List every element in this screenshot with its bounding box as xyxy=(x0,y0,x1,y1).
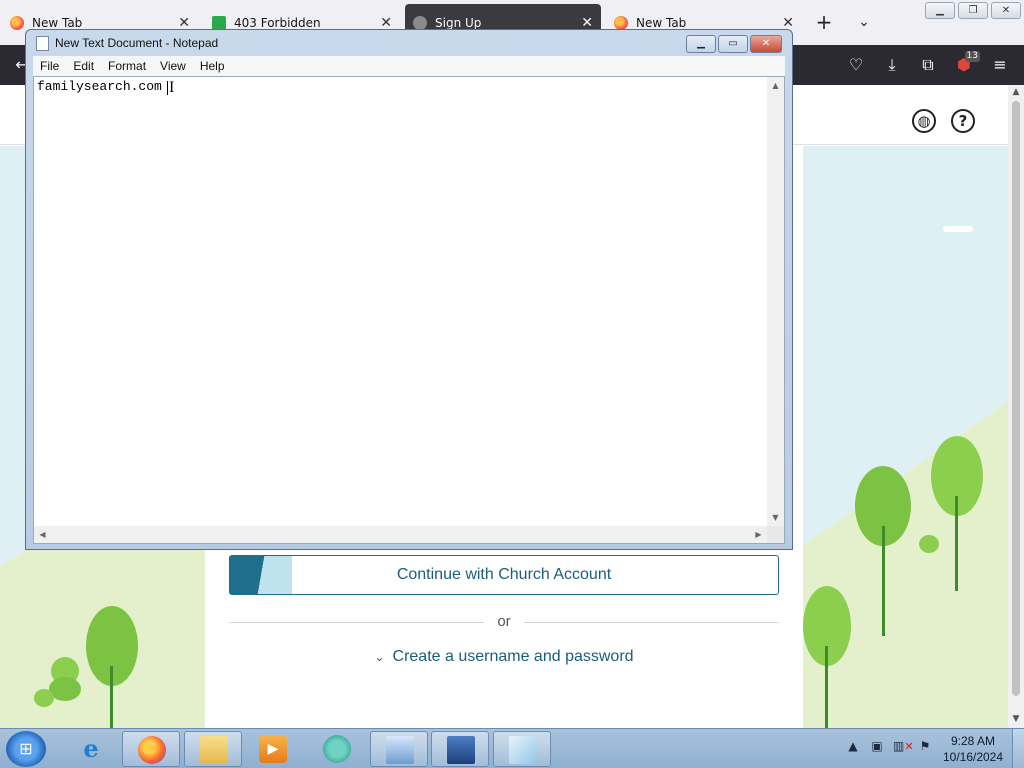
minimize-button[interactable]: ▁ xyxy=(686,35,716,53)
menu-help[interactable]: Help xyxy=(193,59,232,73)
control-panel-icon xyxy=(386,736,414,764)
menu-icon[interactable]: ≡ xyxy=(988,53,1012,77)
system-tray: ▲ ▣ ▥✕ ⚑ xyxy=(845,737,933,755)
extensions-icon[interactable]: ⧉ xyxy=(916,53,940,77)
notepad-menubar: File Edit Format View Help xyxy=(33,56,785,76)
tab-label: New Tab xyxy=(636,16,687,30)
taskbar-firefox[interactable] xyxy=(122,731,180,767)
notepad-icon xyxy=(509,736,537,764)
folder-icon xyxy=(200,736,228,764)
menu-file[interactable]: File xyxy=(33,59,66,73)
scroll-up-icon[interactable]: ▲ xyxy=(767,77,784,94)
tab-label: New Tab xyxy=(32,16,83,30)
minimize-button[interactable]: ▁ xyxy=(925,2,955,19)
browser-window-controls: ▁ ❐ ✕ xyxy=(925,2,1021,19)
firefox-icon xyxy=(10,16,24,30)
taskbar-network[interactable] xyxy=(431,731,489,767)
extension-badge: 13 xyxy=(964,51,980,62)
notepad-text: familysearch.com xyxy=(37,79,162,94)
notepad-icon xyxy=(36,36,49,51)
or-text: or xyxy=(497,613,511,630)
restore-button[interactable]: ❐ xyxy=(958,2,988,19)
text-caret xyxy=(167,81,168,95)
devices-icon[interactable]: ▣ xyxy=(869,737,885,755)
create-username-label: Create a username and password xyxy=(392,648,634,665)
close-button[interactable]: ✕ xyxy=(991,2,1021,19)
notepad-title: New Text Document - Notepad xyxy=(55,36,219,50)
right-background-illustration xyxy=(803,146,1008,728)
taskbar-player[interactable] xyxy=(308,731,366,767)
taskbar-explorer[interactable] xyxy=(184,731,242,767)
notepad-text-area[interactable]: familysearch.com I ▲ ▼ ◀ ▶ xyxy=(33,76,785,544)
scroll-up-icon[interactable]: ▲ xyxy=(1008,85,1024,99)
tab-label: Sign Up xyxy=(435,16,482,30)
menu-edit[interactable]: Edit xyxy=(66,59,101,73)
start-button[interactable]: ⊞ xyxy=(6,731,46,767)
notepad-window-controls: ▁ ▭ ✕ xyxy=(686,35,782,53)
church-account-label: Continue with Church Account xyxy=(396,566,612,583)
church-account-button[interactable]: Continue with Church Account xyxy=(229,555,779,595)
taskbar-notepad[interactable] xyxy=(493,731,551,767)
close-button[interactable]: ✕ xyxy=(750,35,782,53)
maximize-button[interactable]: ▭ xyxy=(718,35,748,53)
notepad-window: New Text Document - Notepad ▁ ▭ ✕ File E… xyxy=(25,29,793,550)
ublock-icon[interactable]: ⬢ 13 xyxy=(952,51,980,77)
download-icon[interactable]: ⤓ xyxy=(880,53,904,77)
ibeam-cursor-icon: I xyxy=(169,79,175,96)
tab-label: 403 Forbidden xyxy=(234,16,321,30)
or-divider: or xyxy=(229,612,779,632)
internet-explorer-icon: e xyxy=(83,734,99,763)
size-grip[interactable] xyxy=(767,526,784,543)
page-scrollbar[interactable]: ▲ ▼ xyxy=(1008,85,1024,728)
notepad-vertical-scrollbar[interactable]: ▲ ▼ xyxy=(767,77,784,526)
language-globe-icon[interactable]: ◍ xyxy=(912,109,936,133)
menu-format[interactable]: Format xyxy=(101,59,153,73)
trees-illustration-right xyxy=(803,226,1008,728)
firefox-icon xyxy=(138,736,166,764)
player-icon xyxy=(323,735,351,763)
page-icon xyxy=(212,16,226,30)
show-hidden-icons-icon[interactable]: ▲ xyxy=(845,737,861,755)
tab-list-button[interactable]: ⌄ xyxy=(854,10,874,34)
taskbar-control-panel[interactable] xyxy=(370,731,428,767)
help-icon[interactable]: ? xyxy=(951,109,975,133)
taskbar: ⊞ e ▶ ▲ ▣ ▥✕ ⚑ 9:28 AM 10/16/2024 xyxy=(0,728,1024,768)
pocket-icon[interactable]: ♡ xyxy=(844,53,868,77)
flag-icon[interactable]: ⚑ xyxy=(917,737,933,755)
network-icon xyxy=(447,736,475,764)
scroll-right-icon[interactable]: ▶ xyxy=(750,526,767,543)
divider-line-left xyxy=(229,622,484,623)
clock-date: 10/16/2024 xyxy=(942,750,1004,764)
notepad-titlebar[interactable]: New Text Document - Notepad ▁ ▭ ✕ xyxy=(26,30,792,56)
gear-icon xyxy=(413,16,427,30)
scroll-left-icon[interactable]: ◀ xyxy=(34,526,51,543)
notepad-horizontal-scrollbar[interactable]: ◀ ▶ xyxy=(34,526,767,543)
clock-time: 9:28 AM xyxy=(950,734,996,748)
network-status-icon[interactable]: ▥✕ xyxy=(893,737,914,755)
divider-line-right xyxy=(524,622,779,623)
taskbar-media-player[interactable]: ▶ xyxy=(244,731,302,767)
scroll-down-icon[interactable]: ▼ xyxy=(1008,712,1024,726)
scroll-down-icon[interactable]: ▼ xyxy=(767,509,784,526)
scrollbar-thumb[interactable] xyxy=(1012,101,1020,696)
show-desktop-button[interactable] xyxy=(1012,729,1024,768)
chevron-down-icon: ⌄ xyxy=(374,650,385,664)
firefox-icon xyxy=(614,16,628,30)
media-player-icon: ▶ xyxy=(259,735,287,763)
taskbar-internet-explorer[interactable]: e xyxy=(62,731,120,767)
new-tab-button[interactable]: + xyxy=(814,10,834,34)
system-clock[interactable]: 9:28 AM 10/16/2024 xyxy=(940,733,1006,765)
menu-view[interactable]: View xyxy=(153,59,193,73)
create-username-link[interactable]: ⌄ Create a username and password xyxy=(229,648,779,666)
